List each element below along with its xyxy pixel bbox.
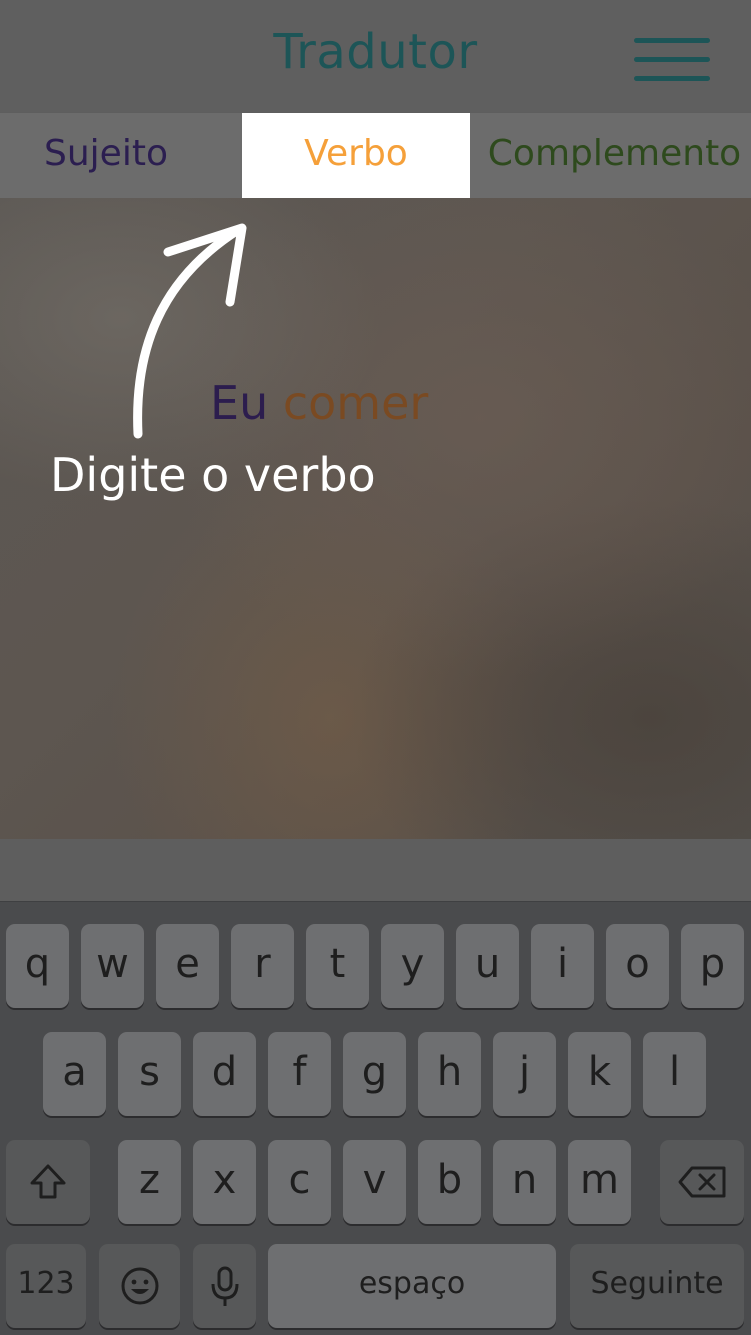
- shift-icon: [30, 1164, 66, 1199]
- key-r[interactable]: r: [231, 924, 294, 1008]
- key-n[interactable]: n: [493, 1140, 556, 1224]
- emoji-icon: [121, 1267, 159, 1305]
- numbers-key[interactable]: 123: [6, 1244, 86, 1328]
- hint-arrow-icon: [133, 223, 247, 439]
- tab-complemento[interactable]: Complemento: [478, 113, 751, 198]
- backspace-icon: [678, 1166, 726, 1198]
- microphone-icon: [211, 1266, 239, 1306]
- sentence-verb: comer: [282, 376, 429, 430]
- key-e[interactable]: e: [156, 924, 219, 1008]
- key-d[interactable]: d: [193, 1032, 256, 1116]
- key-u[interactable]: u: [456, 924, 519, 1008]
- key-c[interactable]: c: [268, 1140, 331, 1224]
- tab-sujeito[interactable]: Sujeito: [0, 113, 212, 198]
- next-key[interactable]: Seguinte: [570, 1244, 744, 1328]
- key-j[interactable]: j: [493, 1032, 556, 1116]
- keyboard: q w e r t y u i o p a s d f g h j k l z …: [0, 901, 751, 1335]
- key-y[interactable]: y: [381, 924, 444, 1008]
- key-k[interactable]: k: [568, 1032, 631, 1116]
- key-b[interactable]: b: [418, 1140, 481, 1224]
- app-header: Tradutor: [0, 0, 751, 112]
- key-m[interactable]: m: [568, 1140, 631, 1224]
- space-key[interactable]: espaço: [268, 1244, 556, 1328]
- key-t[interactable]: t: [306, 924, 369, 1008]
- key-i[interactable]: i: [531, 924, 594, 1008]
- dictation-key[interactable]: [193, 1244, 256, 1328]
- key-z[interactable]: z: [118, 1140, 181, 1224]
- key-h[interactable]: h: [418, 1032, 481, 1116]
- key-x[interactable]: x: [193, 1140, 256, 1224]
- tab-bar: Sujeito Verbo Complemento: [0, 113, 751, 213]
- app-screen: Tradutor Sujeito Verbo Complemento Eu co…: [0, 0, 751, 1335]
- key-a[interactable]: a: [43, 1032, 106, 1116]
- key-o[interactable]: o: [606, 924, 669, 1008]
- keyboard-accessory-bar: [0, 839, 751, 901]
- backspace-key[interactable]: [660, 1140, 744, 1224]
- key-q[interactable]: q: [6, 924, 69, 1008]
- hint-text: Digite o verbo: [50, 448, 376, 502]
- menu-button[interactable]: [632, 36, 712, 84]
- key-l[interactable]: l: [643, 1032, 706, 1116]
- key-w[interactable]: w: [81, 924, 144, 1008]
- background-photo: [0, 198, 751, 839]
- emoji-key[interactable]: [99, 1244, 180, 1328]
- key-s[interactable]: s: [118, 1032, 181, 1116]
- key-v[interactable]: v: [343, 1140, 406, 1224]
- key-g[interactable]: g: [343, 1032, 406, 1116]
- key-p[interactable]: p: [681, 924, 744, 1008]
- tab-verbo-label: Verbo: [304, 133, 408, 174]
- key-f[interactable]: f: [268, 1032, 331, 1116]
- shift-key[interactable]: [6, 1140, 90, 1224]
